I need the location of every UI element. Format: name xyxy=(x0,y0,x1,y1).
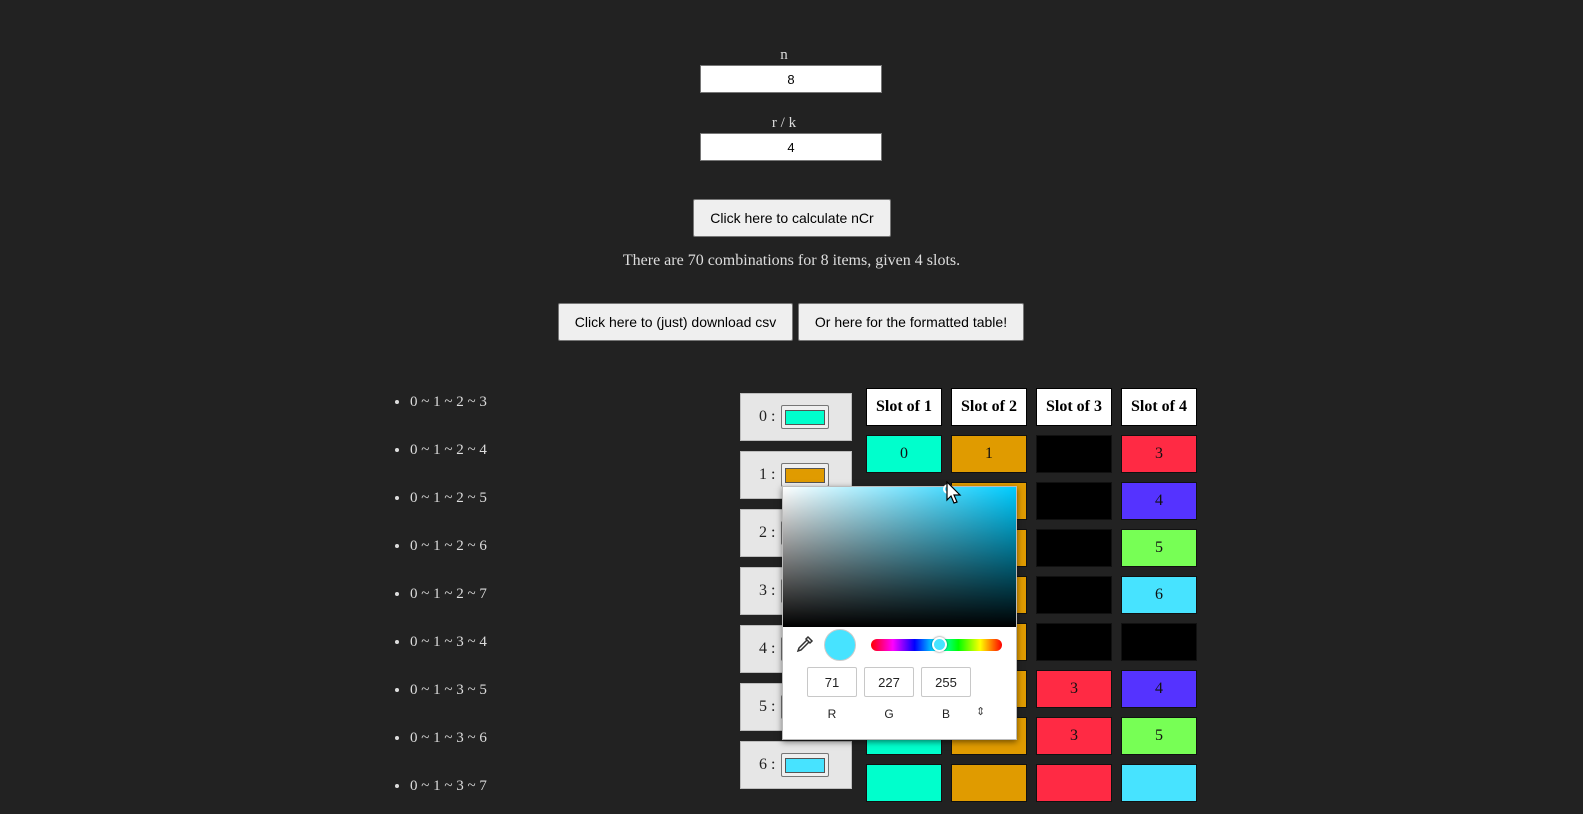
color-picker-popup: R G B ⇕ xyxy=(782,484,1017,740)
slot-cell: 6 xyxy=(1121,576,1197,614)
format-toggle-icon[interactable]: ⇕ xyxy=(976,705,985,718)
formatted-table-button[interactable]: Or here for the formatted table! xyxy=(798,303,1024,341)
slot-cell xyxy=(1121,623,1197,661)
green-label: G xyxy=(884,707,894,721)
slot-cell: 3 xyxy=(1036,670,1112,708)
n-label: n xyxy=(780,47,788,63)
color-preview xyxy=(824,629,856,661)
slot-cell xyxy=(1036,576,1112,614)
slot-cell xyxy=(1036,482,1112,520)
slot-cell xyxy=(1036,764,1112,802)
blue-input[interactable] xyxy=(921,667,971,697)
n-input[interactable] xyxy=(700,65,882,93)
slot-cell xyxy=(1121,764,1197,802)
red-input[interactable] xyxy=(807,667,857,697)
combination-item: 0 ~ 1 ~ 2 ~ 6 xyxy=(410,526,487,574)
slot-header: Slot of 3 xyxy=(1036,388,1112,426)
color-swatch-button[interactable] xyxy=(781,753,830,777)
result-text: There are 70 combinations for 8 items, g… xyxy=(622,252,961,269)
table-row xyxy=(866,764,1197,802)
slot-cell xyxy=(951,764,1027,802)
color-row-label: 0 : xyxy=(759,408,776,425)
slot-cell: 3 xyxy=(1121,435,1197,473)
slot-cell xyxy=(1036,529,1112,567)
table-row: 01 3 xyxy=(866,435,1197,473)
slot-cell xyxy=(1036,623,1112,661)
slot-cell: 4 xyxy=(1121,482,1197,520)
slot-cell: 4 xyxy=(1121,670,1197,708)
mouse-cursor-icon xyxy=(946,481,962,504)
slot-cell: 0 xyxy=(866,435,942,473)
color-swatch xyxy=(785,757,826,773)
combination-item: 0 ~ 1 ~ 2 ~ 4 xyxy=(410,430,487,478)
slot-header: Slot of 2 xyxy=(951,388,1027,426)
combination-item: 0 ~ 1 ~ 3 ~ 7 xyxy=(410,766,487,814)
slot-cell: 5 xyxy=(1121,717,1197,755)
slot-header: Slot of 4 xyxy=(1121,388,1197,426)
combination-item: 0 ~ 1 ~ 2 ~ 5 xyxy=(410,478,487,526)
slot-cell: 1 xyxy=(951,435,1027,473)
color-row: 6 : xyxy=(740,741,852,789)
eyedropper-icon[interactable] xyxy=(795,634,815,654)
slot-cell xyxy=(1036,435,1112,473)
color-swatch-button[interactable] xyxy=(781,463,830,487)
combination-item: 0 ~ 1 ~ 2 ~ 7 xyxy=(410,574,487,622)
slot-cell: 3 xyxy=(1036,717,1112,755)
combination-item: 0 ~ 1 ~ 2 ~ 3 xyxy=(410,382,487,430)
color-row-label: 5 : xyxy=(759,698,776,715)
r-label: r / k xyxy=(771,115,797,131)
blue-label: B xyxy=(941,707,950,721)
color-row-label: 3 : xyxy=(759,582,776,599)
combination-item: 0 ~ 1 ~ 3 ~ 6 xyxy=(410,718,487,766)
color-row-label: 2 : xyxy=(759,524,776,541)
color-swatch xyxy=(785,409,826,425)
saturation-area[interactable] xyxy=(783,484,1016,627)
slot-cell: 5 xyxy=(1121,529,1197,567)
color-row-label: 1 : xyxy=(759,466,776,483)
calculate-button[interactable]: Click here to calculate nCr xyxy=(693,199,891,237)
color-swatch-button[interactable] xyxy=(781,405,830,429)
color-swatch xyxy=(785,467,826,483)
combination-list: 0 ~ 1 ~ 2 ~ 30 ~ 1 ~ 2 ~ 40 ~ 1 ~ 2 ~ 50… xyxy=(388,382,487,814)
download-csv-button[interactable]: Click here to (just) download csv xyxy=(558,303,793,341)
green-input[interactable] xyxy=(864,667,914,697)
color-row: 0 : xyxy=(740,393,852,441)
slot-cell xyxy=(866,764,942,802)
color-row-label: 6 : xyxy=(759,756,776,773)
combination-item: 0 ~ 1 ~ 3 ~ 4 xyxy=(410,622,487,670)
r-input[interactable] xyxy=(700,133,882,161)
combination-item: 0 ~ 1 ~ 3 ~ 5 xyxy=(410,670,487,718)
red-label: R xyxy=(827,707,837,721)
color-row-label: 4 : xyxy=(759,640,776,657)
slot-header: Slot of 1 xyxy=(866,388,942,426)
